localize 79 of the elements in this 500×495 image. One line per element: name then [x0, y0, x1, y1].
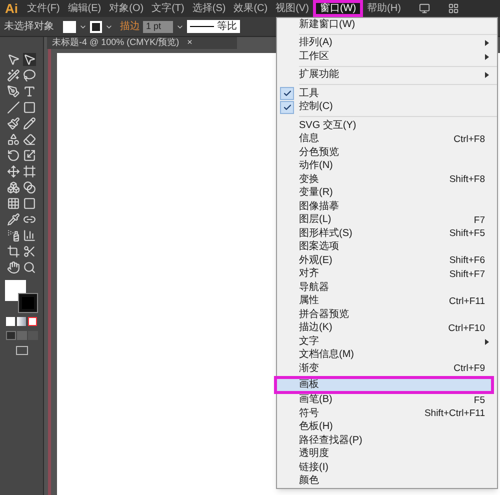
stroke-swatch[interactable]	[90, 20, 102, 32]
menu-title[interactable]: 文字(T)	[148, 0, 188, 17]
color-mode-button[interactable]	[6, 317, 15, 326]
eyedropper-icon[interactable]	[7, 213, 20, 226]
zoom-icon[interactable]	[23, 261, 36, 274]
hand-icon[interactable]	[7, 261, 20, 274]
rectangle-icon[interactable]	[23, 101, 36, 114]
menu-item[interactable]: 色板(H)	[277, 420, 497, 434]
shaper-icon[interactable]	[7, 133, 20, 146]
bar-chart-icon[interactable]	[23, 229, 36, 242]
selection-status: 未选择对象	[4, 20, 54, 34]
menu-item[interactable]: 拼合器预览	[277, 308, 497, 322]
fill-swatch[interactable]	[63, 20, 76, 32]
menu-item[interactable]: 图形样式(S) Shift+F5	[277, 227, 497, 240]
menu-item[interactable]: 变换 Shift+F8	[277, 173, 497, 186]
screen-mode-button[interactable]	[16, 346, 28, 355]
menu-title[interactable]: 编辑(E)	[64, 0, 106, 17]
menu-item[interactable]: 画板	[274, 376, 494, 394]
magic-wand-icon[interactable]	[7, 69, 20, 82]
direct-selection-icon[interactable]	[23, 53, 36, 66]
menu-title[interactable]: 视图(V)	[272, 0, 313, 17]
menu-item[interactable]: 路径查找器(P)	[277, 434, 497, 448]
menu-item[interactable]: 对齐 Shift+F7	[277, 268, 497, 281]
menu-item[interactable]: 扩展功能	[277, 68, 497, 82]
fill-stroke-swatches[interactable]	[4, 280, 38, 312]
rotate-icon[interactable]	[7, 149, 20, 162]
pen-icon[interactable]	[7, 85, 20, 98]
lasso-icon[interactable]	[23, 69, 36, 82]
menu-item[interactable]: 控制(C)	[277, 100, 497, 114]
menu-item[interactable]: 透明度	[277, 448, 497, 461]
menu-title[interactable]: 效果(C)	[230, 0, 272, 17]
menu-item[interactable]: 信息 Ctrl+F8	[277, 132, 497, 146]
menu-item[interactable]: 渐变 Ctrl+F9	[277, 362, 497, 376]
menu-item[interactable]: 符号 Shift+Ctrl+F11	[277, 407, 497, 420]
menu-title[interactable]: 文件(F)	[23, 0, 64, 17]
stroke-profile-field[interactable]: 等比	[187, 20, 240, 33]
stroke-link[interactable]: 描边	[120, 19, 140, 34]
menu-item[interactable]: 画笔(B) F5	[277, 394, 497, 407]
menu-title[interactable]: 帮助(H)	[363, 0, 405, 17]
menu-item[interactable]: 文档信息(M)	[277, 348, 497, 362]
menu-item[interactable]: 工具	[277, 87, 497, 100]
menu-item[interactable]: 图像描摹	[277, 200, 497, 214]
menu-item[interactable]: 外观(E) Shift+F6	[277, 254, 497, 268]
document-title: 未标题-4 @ 100% (CMYK/预览)	[52, 36, 180, 50]
none-mode-button[interactable]	[28, 317, 37, 326]
menu-item[interactable]: 分色预览	[277, 146, 497, 160]
pencil-icon[interactable]	[23, 117, 36, 130]
menu-item[interactable]: 属性 Ctrl+F11	[277, 294, 497, 308]
type-icon[interactable]	[23, 85, 36, 98]
menu-item[interactable]: 排列(A)	[277, 36, 497, 50]
menu-item[interactable]: 文字	[277, 335, 497, 348]
menu-title[interactable]: 对象(O)	[105, 0, 148, 17]
screen-mode-icon[interactable]	[418, 3, 430, 14]
menu-item[interactable]: SVG 交互(Y)	[277, 119, 497, 132]
document-tab[interactable]: 未标题-4 @ 100% (CMYK/预览) ×	[47, 37, 237, 49]
paintbrush-icon[interactable]	[7, 117, 20, 130]
arrange-documents-icon[interactable]	[448, 3, 459, 14]
stroke-weight-field[interactable]: 1 pt	[143, 20, 173, 32]
eraser-icon[interactable]	[23, 133, 36, 146]
menu-title[interactable]: 窗口(W)	[312, 0, 364, 17]
slice-icon[interactable]	[23, 245, 36, 258]
selection-arrow-icon[interactable]	[7, 53, 20, 66]
line-icon[interactable]	[7, 101, 20, 114]
menu-item[interactable]: 变量(R)	[277, 186, 497, 200]
menu-item[interactable]: 导航器	[277, 281, 497, 294]
menu-item[interactable]: 图层(L) F7	[277, 214, 497, 227]
menu-item[interactable]: 链接(I)	[277, 461, 497, 474]
spray-icon[interactable]	[7, 229, 20, 242]
app-logo: Ai	[4, 0, 19, 18]
menu-item[interactable]: 新建窗口(W)	[277, 18, 497, 32]
scale-icon[interactable]	[23, 149, 36, 162]
menu-item[interactable]: 描边(K) Ctrl+F10	[277, 322, 497, 335]
menu-item[interactable]: 动作(N)	[277, 160, 497, 173]
menu-item[interactable]: 图案选项	[277, 240, 497, 254]
mesh-icon[interactable]	[7, 197, 20, 210]
menu-item[interactable]: 工作区	[277, 50, 497, 64]
tab-close-button[interactable]: ×	[187, 36, 192, 50]
menu-item[interactable]: 颜色	[277, 474, 497, 488]
menu-title[interactable]: 选择(S)	[188, 0, 230, 17]
